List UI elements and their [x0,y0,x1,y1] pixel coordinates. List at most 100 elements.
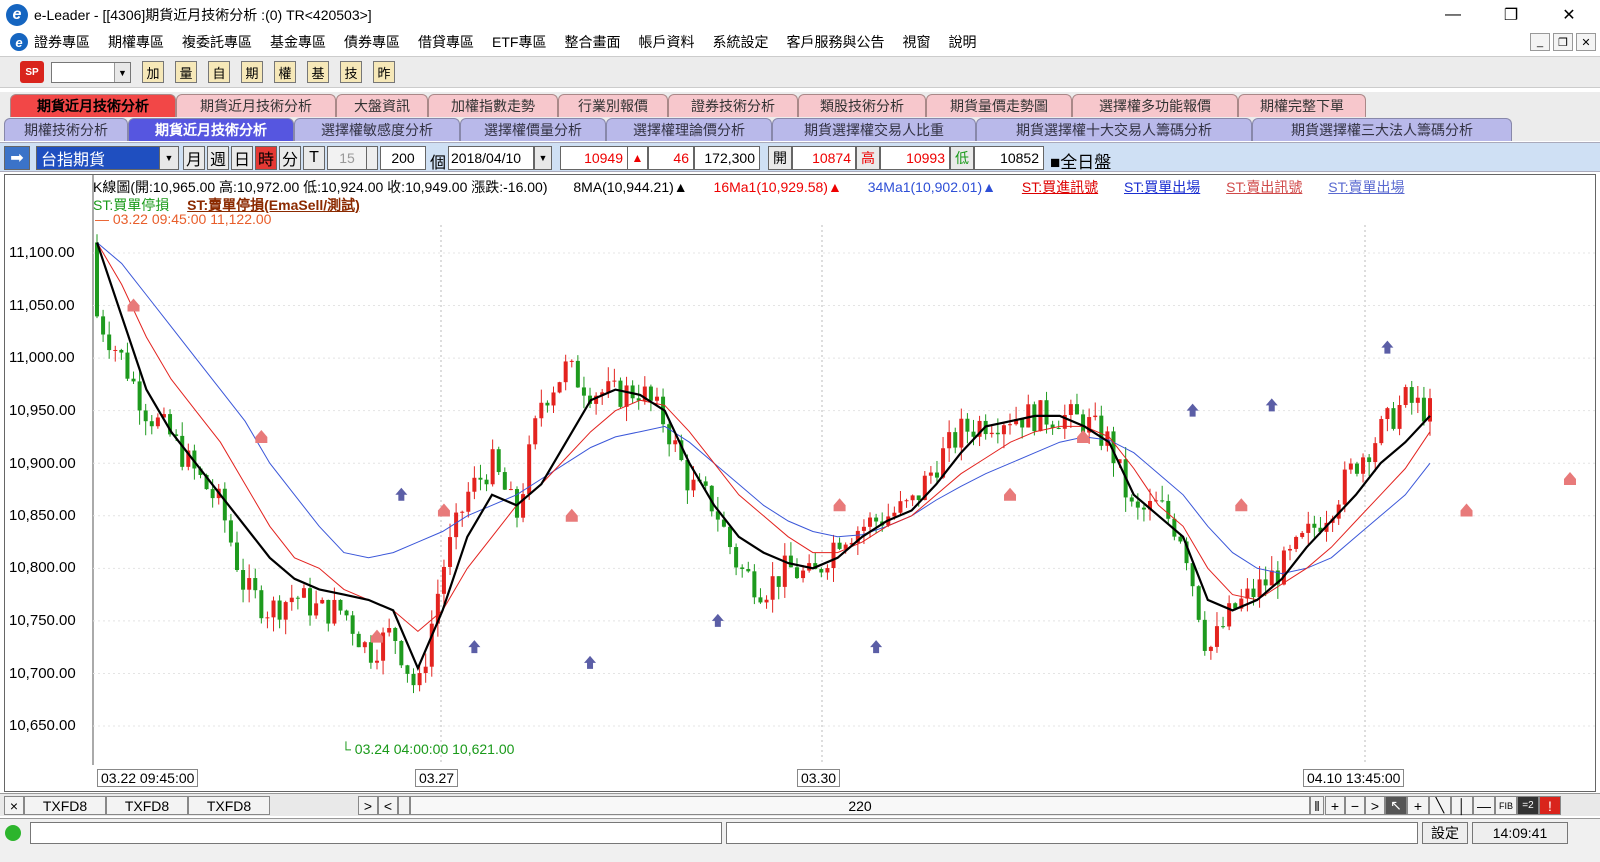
candle-body [320,599,325,604]
menu-futures-options[interactable]: 期權專區 [108,32,164,52]
tab-institutional[interactable]: 期貨選擇權三大法人籌碼分析 [1252,118,1512,141]
menu-securities[interactable]: 證券專區 [34,32,90,52]
symbol-tab[interactable]: TXFD8 [24,796,106,815]
period-month[interactable]: 月 [183,146,205,170]
menu-window[interactable]: 視窗 [902,32,930,52]
scroll-thumb[interactable] [398,796,410,815]
interval-spin[interactable] [366,146,378,170]
toolbar-button-tech[interactable]: 技 [340,61,362,83]
scroll-right-icon[interactable]: > [358,796,378,815]
minimize-button[interactable]: — [1430,0,1476,30]
multi-chart-icon[interactable]: =2 [1517,796,1539,815]
crosshair-tool-icon[interactable]: + [1407,796,1429,815]
zoom-in-icon[interactable]: + [1325,796,1345,815]
candle-body [399,641,404,666]
symbol-tab[interactable]: TXFD8 [106,796,188,815]
toolbar-button-custom[interactable]: 自 [208,61,230,83]
child-close-button[interactable]: ✕ [1576,33,1596,51]
toolbar-button-fund[interactable]: 基 [307,61,329,83]
child-restore-button[interactable]: ❐ [1553,33,1573,51]
tab-trader-ratio[interactable]: 期貨選擇權交易人比重 [772,118,976,141]
tab-futures-tech-active[interactable]: 期貨近月技術分析 [10,94,176,117]
menu-lending[interactable]: 借貸專區 [418,32,474,52]
tab-index-trend[interactable]: 加權指數走勢 [428,94,558,117]
tab-options-sensitivity[interactable]: 選擇權敏感度分析 [294,118,460,141]
toolbar-button-add[interactable]: 加 [142,61,164,83]
candle-body [618,380,623,407]
tab-futures-volume[interactable]: 期貨量價走勢圖 [926,94,1072,117]
period-day[interactable]: 日 [231,146,253,170]
tab-securities-tech[interactable]: 證券技術分析 [668,94,798,117]
scroll-left-icon[interactable]: < [378,796,398,815]
menu-integrated[interactable]: 整合畫面 [564,32,620,52]
toolbar-button-volume[interactable]: 量 [175,61,197,83]
period-tick[interactable]: T [303,146,325,170]
child-minimize-button[interactable]: _ [1530,33,1550,51]
close-tab-icon[interactable]: × [4,796,24,815]
menu-settings[interactable]: 系統設定 [712,32,768,52]
status-message [30,822,722,844]
toolbar-button-yesterday[interactable]: 昨 [373,61,395,83]
tab-futures-near-active[interactable]: 期貨近月技術分析 [128,118,294,141]
bar-count-input[interactable]: 200 [380,146,426,170]
tab-sector-tech[interactable]: 類股技術分析 [798,94,926,117]
menu-service[interactable]: 客戶服務與公告 [786,32,884,52]
tab-options-theory[interactable]: 選擇權理論價分析 [606,118,772,141]
candle-body [752,571,757,598]
tab-industry-quotes[interactable]: 行業別報價 [558,94,668,117]
period-week[interactable]: 週 [207,146,229,170]
date-input[interactable]: 2018/04/10 [448,146,534,170]
split-icon[interactable]: ‖ [1310,796,1324,815]
fullday-checkbox[interactable]: ■全日盤 [1050,148,1111,173]
line-tool-icon[interactable]: ╲ [1429,796,1451,815]
symbol-dropdown-icon[interactable]: ▼ [159,146,179,170]
zoom-out-icon[interactable]: − [1345,796,1365,815]
settings-button[interactable]: 設定 [1422,822,1468,844]
candle-body [1227,603,1232,627]
tab-market-info[interactable]: 大盤資訊 [336,94,428,117]
period-minute[interactable]: 分 [279,146,301,170]
menu-etf[interactable]: ETF專區 [492,32,546,52]
pan-right-icon[interactable]: > [1365,796,1385,815]
candle-body [1001,425,1006,435]
fibonacci-tool-icon[interactable]: FIB [1495,796,1517,815]
candle-body [247,578,252,590]
close-button[interactable]: ✕ [1546,0,1592,30]
menu-help[interactable]: 說明 [948,32,976,52]
candle-body [1385,408,1390,420]
symbol-select[interactable]: 台指期貨 [36,146,160,170]
next-arrow-icon[interactable]: ➡ [4,146,30,170]
menu-funds[interactable]: 基金專區 [270,32,326,52]
chart-canvas[interactable] [5,175,1595,765]
tab-top10-traders[interactable]: 期貨選擇權十大交易人籌碼分析 [976,118,1252,141]
scroll-track[interactable]: 220 [410,796,1310,815]
brand-icon[interactable]: SP [20,61,44,83]
minute-interval-input[interactable]: 15 [327,146,367,170]
app-menu-icon[interactable]: e [10,33,28,51]
symbol-tab[interactable]: TXFD8 [188,796,270,815]
tab-full-order[interactable]: 期權完整下單 [1238,94,1366,117]
tab-options-volume[interactable]: 選擇權價量分析 [460,118,606,141]
tab-options-quotes[interactable]: 選擇權多功能報價 [1072,94,1238,117]
toolbar-dropdown[interactable]: ▼ [51,62,131,83]
chart-bottom-bar: × TXFD8 TXFD8 TXFD8 > < 220 ‖ + − > ↖ + … [0,793,1600,816]
chart-low-note: └ 03.24 04:00:00 10,621.00 [341,741,515,757]
alert-icon[interactable]: ! [1539,796,1561,815]
toolbar-button-futures[interactable]: 期 [241,61,263,83]
toolbar-button-options[interactable]: 權 [274,61,296,83]
maximize-button[interactable]: ❐ [1488,0,1534,30]
tab-futures-tech[interactable]: 期貨近月技術分析 [176,94,336,117]
candle-body [1202,619,1207,651]
tab-options-tech[interactable]: 期權技術分析 [4,118,128,141]
candle-body [1373,443,1378,463]
hline-tool-icon[interactable]: — [1473,796,1495,815]
menu-bonds[interactable]: 債券專區 [344,32,400,52]
cursor-tool-icon[interactable]: ↖ [1385,796,1407,815]
menu-account[interactable]: 帳戶資料 [638,32,694,52]
period-hour[interactable]: 時 [255,146,277,170]
dropdown-arrow-icon[interactable]: ▼ [114,63,130,82]
date-dropdown-icon[interactable]: ▼ [534,146,552,170]
menu-sub-brokerage[interactable]: 複委託專區 [182,32,252,52]
sell-signal-marker [565,508,578,522]
vline-tool-icon[interactable]: │ [1451,796,1473,815]
